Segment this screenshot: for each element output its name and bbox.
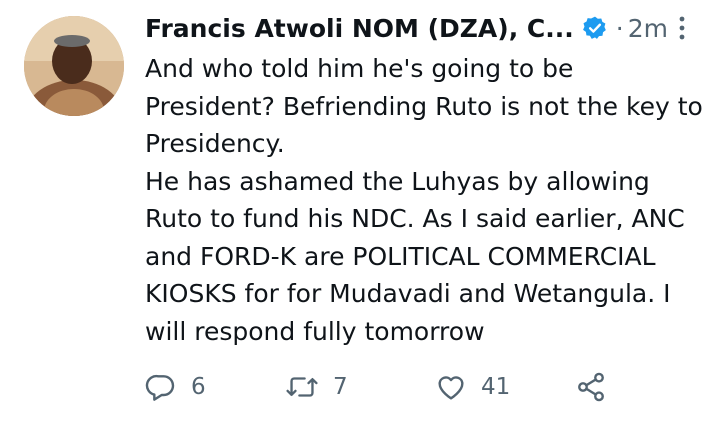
tweet-actions: 6 7 41 (145, 370, 625, 404)
share-icon (575, 371, 607, 403)
timestamp[interactable]: 2m (628, 14, 668, 43)
author-name[interactable]: Francis Atwoli NOM (DZA), C... (145, 14, 574, 43)
like-count: 41 (481, 374, 511, 400)
reply-icon (145, 371, 177, 403)
tweet[interactable]: Francis Atwoli NOM (DZA), C... · 2m And … (0, 0, 720, 429)
reply-button[interactable]: 6 (145, 370, 206, 404)
verified-badge-icon (582, 15, 608, 41)
reply-count: 6 (191, 374, 206, 400)
heart-icon (435, 371, 467, 403)
retweet-count: 7 (333, 374, 348, 400)
retweet-button[interactable]: 7 (285, 370, 348, 404)
retweet-icon (285, 371, 319, 403)
more-vertical-icon[interactable] (676, 14, 688, 42)
tweet-text: And who told him he's going to be Presid… (145, 54, 703, 346)
like-button[interactable]: 41 (435, 370, 510, 404)
avatar[interactable] (24, 16, 124, 116)
header-separator: · (615, 13, 624, 43)
share-button[interactable] (575, 370, 607, 404)
tweet-header: Francis Atwoli NOM (DZA), C... · 2m (145, 8, 668, 48)
